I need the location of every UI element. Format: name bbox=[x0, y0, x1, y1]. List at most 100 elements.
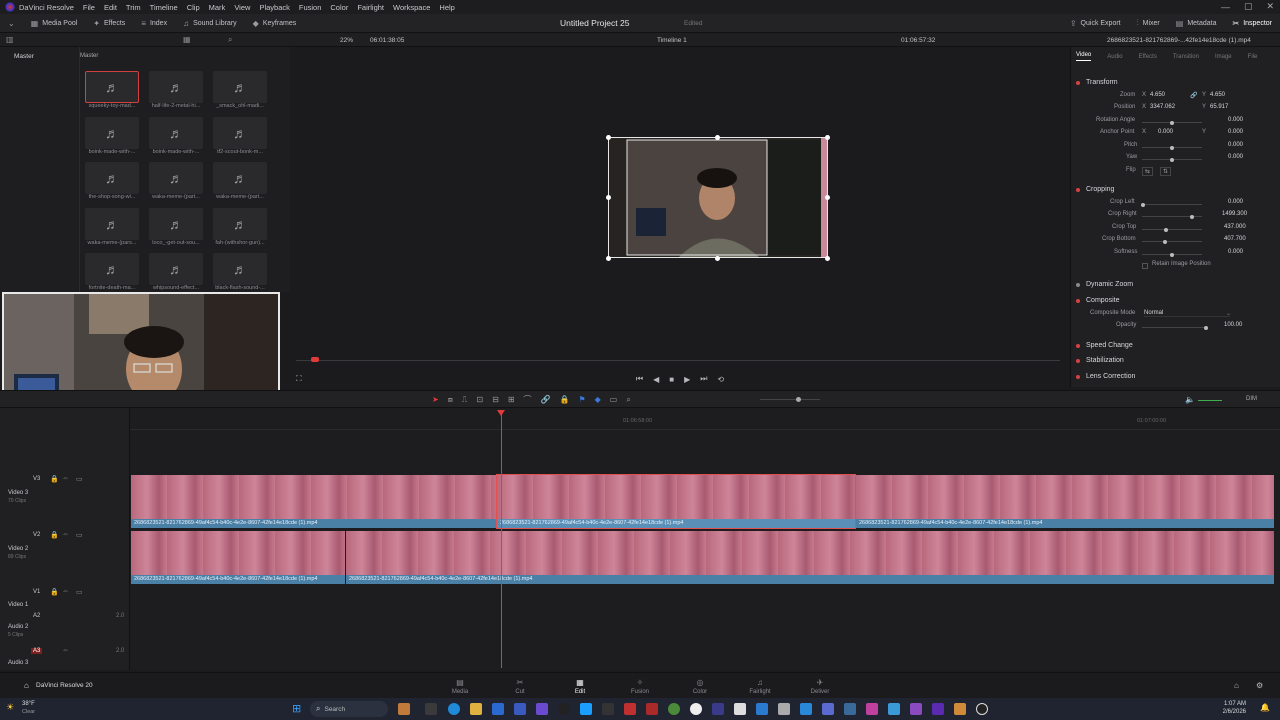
dynamic-zoom-header[interactable]: Dynamic Zoom bbox=[1076, 279, 1274, 290]
play-reverse-icon[interactable]: ◀ bbox=[653, 375, 659, 384]
home-icon[interactable]: ⌂ bbox=[1234, 681, 1239, 690]
selection-tool-icon[interactable]: ➤ bbox=[432, 395, 439, 404]
page-fairlight[interactable]: ♫ Fairlight bbox=[730, 673, 790, 699]
volume-slider[interactable] bbox=[1198, 400, 1222, 401]
crop-bottom-value[interactable]: 407.700 bbox=[1224, 236, 1246, 242]
snapping-icon[interactable]: ⌒ bbox=[524, 394, 532, 405]
marker-icon[interactable]: ◆ bbox=[595, 395, 601, 404]
transform-handle-bl[interactable] bbox=[606, 256, 611, 261]
timeline-clip-v3-selected[interactable]: 2686823521-821762869-49af4c54-b40c-4e2e-… bbox=[496, 474, 856, 529]
minimize-button[interactable]: — bbox=[1221, 2, 1230, 12]
taskbar-app-icon[interactable] bbox=[866, 703, 878, 715]
taskbar-app-icon[interactable] bbox=[778, 703, 790, 715]
settings-gear-icon[interactable]: ⚙ bbox=[1256, 681, 1263, 690]
sound-library-button[interactable]: ♫ Sound Library bbox=[175, 14, 245, 33]
taskbar-app-icon[interactable] bbox=[932, 703, 944, 715]
enabled-dot[interactable] bbox=[1076, 343, 1080, 348]
crop-left-slider[interactable] bbox=[1141, 202, 1202, 207]
menu-timeline[interactable]: Timeline bbox=[150, 3, 178, 12]
track-visibility-icon[interactable]: ▭ bbox=[76, 531, 83, 539]
taskbar-app-icon[interactable] bbox=[888, 703, 900, 715]
auto-select-icon[interactable]: ⇔ bbox=[62, 647, 69, 654]
taskbar-app-icon[interactable] bbox=[492, 703, 504, 715]
clock-time[interactable]: 1:07 AM bbox=[1220, 701, 1246, 707]
timeline-zoom-knob[interactable] bbox=[796, 397, 801, 402]
replace-clip-icon[interactable]: ⊞ bbox=[508, 395, 515, 404]
speed-change-header[interactable]: Speed Change bbox=[1076, 340, 1274, 351]
media-pool-clip[interactable]: ♬ bbox=[85, 162, 139, 194]
taskbar-app-icon[interactable] bbox=[822, 703, 834, 715]
retain-image-checkbox[interactable] bbox=[1142, 263, 1148, 269]
notification-bell-icon[interactable]: 🔔 bbox=[1260, 703, 1270, 712]
auto-select-icon[interactable]: ⇔ bbox=[62, 475, 69, 482]
viewer-scrubber[interactable] bbox=[296, 360, 1060, 361]
playhead-handle[interactable] bbox=[497, 410, 505, 416]
media-pool-clip[interactable]: ♬ bbox=[213, 117, 267, 149]
menu-clip[interactable]: Clip bbox=[187, 3, 200, 12]
crop-top-slider-knob[interactable] bbox=[1164, 227, 1168, 232]
viewer-frame[interactable] bbox=[608, 137, 828, 258]
page-color[interactable]: ◎ Color bbox=[670, 673, 730, 699]
media-pool-button[interactable]: ▦ Media Pool bbox=[23, 14, 86, 33]
play-icon[interactable]: ▶ bbox=[684, 375, 690, 384]
track-id-a3[interactable]: A3 bbox=[31, 648, 43, 654]
page-cut[interactable]: ✂ Cut bbox=[490, 673, 550, 699]
media-pool-clip[interactable]: ♬ bbox=[213, 162, 267, 194]
opacity-value[interactable]: 100.00 bbox=[1224, 322, 1242, 328]
taskbar-search[interactable]: ⌕ Search bbox=[310, 701, 388, 717]
menu-workspace[interactable]: Workspace bbox=[393, 3, 430, 12]
tab-audio[interactable]: Audio bbox=[1107, 54, 1122, 60]
home-icon[interactable]: ⌂ bbox=[24, 681, 29, 690]
crop-top-value[interactable]: 437.000 bbox=[1224, 224, 1246, 230]
enabled-dot[interactable] bbox=[1076, 80, 1080, 85]
transform-handle-bottom[interactable] bbox=[715, 256, 720, 261]
position-x-value[interactable]: 3347.062 bbox=[1150, 104, 1175, 110]
overwrite-clip-icon[interactable]: ⊟ bbox=[492, 395, 499, 404]
media-pool-clip[interactable]: ♬ bbox=[213, 253, 267, 285]
flip-vertical-icon[interactable]: ⇅ bbox=[1160, 167, 1172, 176]
jump-end-icon[interactable]: ⏭ bbox=[700, 374, 707, 384]
timeline-clip-v3[interactable]: 2686823521-821762869-49af4c54-b40c-4e2e-… bbox=[856, 475, 1274, 528]
zoom-y-value[interactable]: 4.650 bbox=[1210, 92, 1225, 98]
rotation-value[interactable]: 0.000 bbox=[1228, 117, 1243, 123]
page-media[interactable]: ▤ Media bbox=[430, 673, 490, 699]
windows-start-icon[interactable]: ⊞ bbox=[292, 702, 301, 715]
media-pool-clip[interactable]: ♬ bbox=[85, 208, 139, 240]
crop-left-slider-knob[interactable] bbox=[1141, 202, 1145, 207]
flag-icon[interactable]: ⚑ bbox=[578, 395, 585, 404]
loop-icon[interactable]: ⟲ bbox=[717, 375, 724, 384]
zoom-level[interactable]: 22% bbox=[340, 37, 353, 44]
enabled-dot[interactable] bbox=[1076, 358, 1080, 363]
media-pool-clip[interactable]: ♬ bbox=[149, 253, 203, 285]
crop-top-slider[interactable] bbox=[1142, 227, 1202, 232]
yaw-value[interactable]: 0.000 bbox=[1228, 154, 1243, 160]
menu-color[interactable]: Color bbox=[330, 3, 348, 12]
tab-image[interactable]: Image bbox=[1215, 54, 1232, 60]
taskbar-app-icon[interactable] bbox=[558, 703, 570, 715]
rotation-slider-knob[interactable] bbox=[1170, 120, 1174, 125]
lock-icon[interactable]: 🔒 bbox=[50, 475, 59, 483]
thumbnail-view-icon[interactable]: ▦ bbox=[183, 35, 191, 44]
page-deliver[interactable]: ✈ Deliver bbox=[790, 673, 850, 699]
softness-value[interactable]: 0.000 bbox=[1228, 249, 1243, 255]
panel-layout-icon[interactable]: ▥ bbox=[6, 35, 14, 44]
track-visibility-icon[interactable]: ▭ bbox=[76, 475, 83, 483]
timeline-ruler[interactable]: 01:06:58:00 01:07:00:00 bbox=[130, 410, 1280, 430]
anchor-y-value[interactable]: 0.000 bbox=[1228, 129, 1243, 135]
weather-icon[interactable]: ☀ bbox=[6, 702, 14, 713]
media-pool-clip[interactable]: ♬ bbox=[213, 208, 267, 240]
enabled-dot[interactable] bbox=[1076, 374, 1080, 379]
taskbar-chrome-icon[interactable] bbox=[668, 703, 680, 715]
taskbar-resolve-icon[interactable] bbox=[976, 703, 988, 715]
index-button[interactable]: ≡ Index bbox=[133, 14, 175, 33]
taskbar-app-icon[interactable] bbox=[425, 703, 437, 715]
close-button[interactable]: ✕ bbox=[1266, 1, 1274, 12]
menu-fairlight[interactable]: Fairlight bbox=[357, 3, 384, 12]
mixer-button[interactable]: ⫶ Mixer bbox=[1129, 14, 1168, 33]
transform-handle-tl[interactable] bbox=[606, 135, 611, 140]
taskbar-app-icon[interactable] bbox=[536, 703, 548, 715]
dim-button[interactable]: DIM bbox=[1246, 396, 1257, 402]
menu-view[interactable]: View bbox=[234, 3, 250, 12]
tab-file[interactable]: File bbox=[1248, 54, 1258, 60]
crop-tool-icon[interactable]: ⛶ bbox=[296, 374, 302, 384]
